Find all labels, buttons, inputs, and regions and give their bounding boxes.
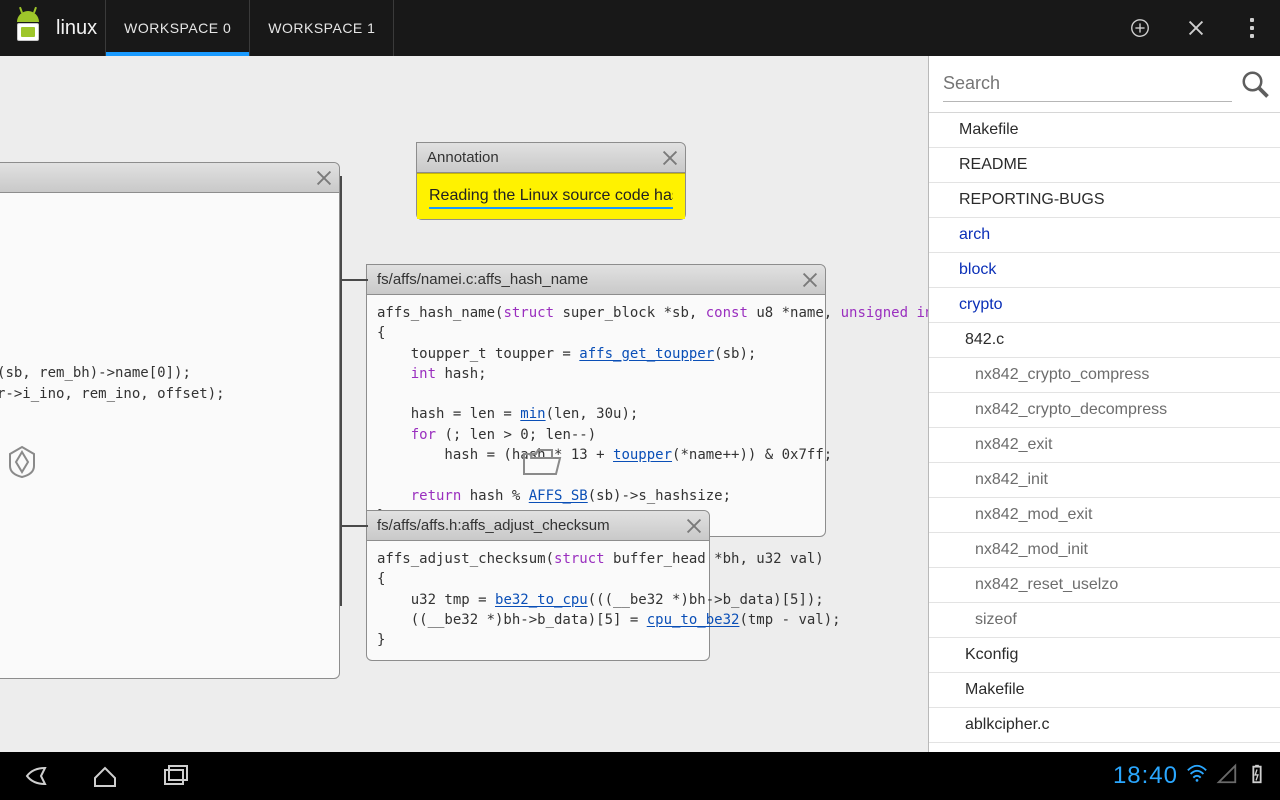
file-browser-sidebar: MakefileREADMEREPORTING-BUGSarchblockcry…	[928, 56, 1280, 752]
navigation-bar: 18:40	[0, 752, 1280, 800]
file-list-item[interactable]: nx842_init	[929, 463, 1280, 498]
app-icon[interactable]	[0, 0, 56, 56]
symbol-link[interactable]: cpu_to_be32	[647, 612, 740, 628]
panel-title: Annotation	[427, 149, 499, 166]
file-list-item[interactable]: REPORTING-BUGS	[929, 183, 1280, 218]
file-list-item[interactable]: block	[929, 253, 1280, 288]
panel-close-button[interactable]	[683, 515, 705, 537]
tab-workspace-0[interactable]: WORKSPACE 0	[106, 0, 250, 56]
close-icon	[313, 167, 335, 189]
panel-title: fs/affs/namei.c:affs_hash_name	[377, 271, 588, 288]
tree-connector	[340, 176, 342, 606]
overflow-icon	[1250, 18, 1254, 38]
close-button[interactable]	[1168, 0, 1224, 56]
battery-icon[interactable]	[1246, 763, 1268, 790]
code-body: affs_adjust_checksum(struct buffer_head …	[367, 541, 709, 660]
close-icon	[683, 515, 705, 537]
file-list-item[interactable]: nx842_mod_init	[929, 533, 1280, 568]
file-list-item[interactable]: nx842_mod_exit	[929, 498, 1280, 533]
panel-close-button[interactable]	[799, 269, 821, 291]
signal-icon[interactable]	[1216, 763, 1238, 790]
symbol-link[interactable]: be32_to_cpu	[495, 592, 588, 608]
symbol-link[interactable]: toupper	[613, 447, 672, 463]
panel-titlebar[interactable]: fs/affs/namei.c:affs_hash_name	[367, 265, 825, 295]
open-folder-icon[interactable]	[522, 446, 562, 478]
symbol-link[interactable]: affs_get_toupper	[579, 346, 714, 362]
search-icon	[1240, 69, 1270, 99]
file-list-item[interactable]: nx842_exit	[929, 428, 1280, 463]
app-title: linux	[56, 0, 106, 56]
workspace-canvas[interactable]: iffer_head *rem_bh) , rem_bh)->name+1, A…	[0, 56, 928, 752]
file-list-item[interactable]: Kconfig	[929, 638, 1280, 673]
file-list[interactable]: MakefileREADMEREPORTING-BUGSarchblockcry…	[929, 112, 1280, 752]
overflow-menu-button[interactable]	[1224, 0, 1280, 56]
search-input[interactable]	[943, 66, 1232, 102]
symbol-link[interactable]: min	[520, 406, 545, 422]
navigation-compass-icon[interactable]	[4, 444, 40, 480]
file-list-item[interactable]: crypto	[929, 288, 1280, 323]
panel-close-button[interactable]	[313, 167, 335, 189]
annotation-panel[interactable]: Annotation	[416, 142, 686, 220]
search-button[interactable]	[1240, 69, 1270, 99]
file-list-item[interactable]: nx842_reset_uselzo	[929, 568, 1280, 603]
search-row	[929, 56, 1280, 112]
file-list-item[interactable]: Makefile	[929, 113, 1280, 148]
tab-workspace-1[interactable]: WORKSPACE 1	[250, 0, 394, 56]
wifi-icon[interactable]	[1186, 763, 1208, 790]
panel-titlebar[interactable]: fs/affs/affs.h:affs_adjust_checksum	[367, 511, 709, 541]
code-panel-left[interactable]: iffer_head *rem_bh) , rem_bh)->name+1, A…	[0, 162, 340, 679]
add-button[interactable]	[1112, 0, 1168, 56]
close-icon	[799, 269, 821, 291]
file-list-item[interactable]: nx842_crypto_compress	[929, 358, 1280, 393]
code-panel-hash-name[interactable]: fs/affs/namei.c:affs_hash_name affs_hash…	[366, 264, 826, 537]
file-list-item[interactable]: sizeof	[929, 603, 1280, 638]
file-list-item[interactable]: Makefile	[929, 673, 1280, 708]
plus-circle-icon	[1129, 17, 1151, 39]
panel-titlebar[interactable]	[0, 163, 339, 193]
code-body: iffer_head *rem_bh) , rem_bh)->name+1, A…	[0, 193, 339, 678]
code-panel-adjust-checksum[interactable]: fs/affs/affs.h:affs_adjust_checksum affs…	[366, 510, 710, 661]
recents-icon	[161, 762, 189, 790]
home-button[interactable]	[70, 752, 140, 800]
file-list-item[interactable]: 842.c	[929, 323, 1280, 358]
code-body: affs_hash_name(struct super_block *sb, c…	[367, 295, 825, 536]
back-icon	[21, 762, 49, 790]
tree-connector	[340, 279, 368, 281]
annotation-body	[417, 173, 685, 219]
top-action-bar: linux WORKSPACE 0 WORKSPACE 1	[0, 0, 1280, 56]
file-list-item[interactable]: README	[929, 148, 1280, 183]
android-icon	[9, 9, 47, 47]
symbol-link[interactable]: AFFS_SB	[529, 488, 588, 504]
file-list-item[interactable]: arch	[929, 218, 1280, 253]
close-icon	[1185, 17, 1207, 39]
panel-title: fs/affs/affs.h:affs_adjust_checksum	[377, 517, 610, 534]
recents-button[interactable]	[140, 752, 210, 800]
tree-connector	[340, 525, 368, 527]
home-icon	[91, 762, 119, 790]
panel-close-button[interactable]	[659, 147, 681, 169]
status-clock[interactable]: 18:40	[1113, 762, 1178, 790]
file-list-item[interactable]: nx842_crypto_decompress	[929, 393, 1280, 428]
close-icon	[659, 147, 681, 169]
back-button[interactable]	[0, 752, 70, 800]
file-list-item[interactable]: ablkcipher.c	[929, 708, 1280, 743]
panel-titlebar[interactable]: Annotation	[417, 143, 685, 173]
annotation-input[interactable]	[429, 187, 673, 209]
